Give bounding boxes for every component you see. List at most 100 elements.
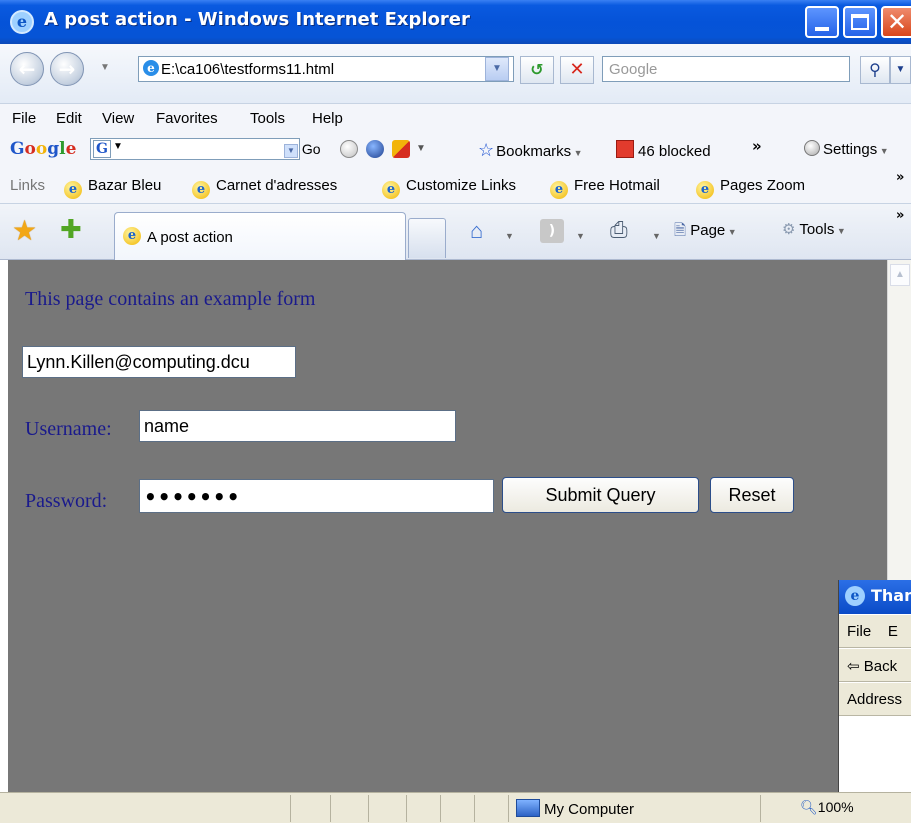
ie-link-icon: e: [550, 181, 568, 199]
google-go-label: Go: [301, 141, 321, 157]
settings-label: Settings: [823, 141, 878, 158]
home-dropdown-icon[interactable]: ▼: [505, 226, 514, 242]
popup-back-button[interactable]: ⇦ Back: [839, 648, 911, 682]
bookmark-star-icon: ☆: [478, 140, 495, 160]
link-pages-zoom[interactable]: e Pages Zoom: [696, 177, 805, 199]
computer-zone-icon: [516, 799, 540, 817]
link-label: Bazar Bleu: [88, 177, 162, 194]
settings-button[interactable]: Settings ▼: [804, 140, 889, 158]
popup-blocker[interactable]: 46 blocked: [616, 140, 711, 160]
link-bazar-bleu[interactable]: e Bazar Bleu: [64, 177, 161, 199]
tools-gear-icon: ⚙: [782, 221, 800, 238]
refresh-button[interactable]: ↺: [520, 56, 554, 84]
zoom-icon: 🔍︎: [800, 799, 818, 815]
status-divider: [290, 795, 291, 822]
status-divider: [330, 795, 331, 822]
print-dropdown-icon[interactable]: ▼: [652, 226, 661, 242]
tools-label: Tools: [799, 221, 835, 238]
submit-query-button[interactable]: Submit Query: [502, 477, 699, 513]
link-label: Pages Zoom: [720, 177, 806, 194]
link-carnet-adresses[interactable]: e Carnet d'adresses: [192, 177, 337, 199]
pagerank-icon[interactable]: [340, 140, 358, 158]
google-options-icon[interactable]: ▼: [113, 141, 123, 152]
bookmarks-button[interactable]: ☆ Bookmarks ▼: [478, 140, 583, 161]
scroll-up-icon[interactable]: ▲: [890, 264, 910, 286]
link-customize-links[interactable]: e Customize Links: [382, 177, 516, 199]
forward-button[interactable]: →: [50, 52, 84, 86]
tab-page-icon: e: [123, 227, 141, 245]
email-field[interactable]: Lynn.Killen@computing.dcu: [22, 346, 296, 378]
feeds-icon[interactable]: ): [540, 219, 564, 243]
tab-a-post-action[interactable]: e A post action: [114, 212, 406, 260]
username-field[interactable]: name: [139, 410, 456, 442]
google-logo: Google: [10, 139, 77, 159]
popup-address-label: Address: [839, 682, 911, 716]
zoom-level[interactable]: 🔍︎100%: [800, 799, 854, 816]
link-label: Carnet d'adresses: [216, 177, 338, 194]
new-tab-button[interactable]: [408, 218, 446, 258]
status-divider: [508, 795, 509, 822]
minimize-button[interactable]: [805, 6, 839, 38]
search-box[interactable]: Google: [602, 56, 850, 82]
settings-icon: [804, 140, 820, 156]
menu-view[interactable]: View: [102, 110, 134, 127]
print-icon[interactable]: ⎙: [610, 217, 628, 243]
popup-title: Than: [871, 586, 911, 605]
toolbar-overflow-button[interactable]: »: [752, 137, 762, 155]
command-overflow-button[interactable]: »: [896, 208, 904, 223]
username-label: Username:: [25, 418, 112, 440]
search-icon[interactable]: ⚲: [860, 56, 890, 84]
navigation-bar: ← → ▼ e E:\ca106\testforms11.html ▼ ↺ ✕ …: [0, 44, 911, 104]
status-divider: [440, 795, 441, 822]
link-label: Customize Links: [406, 177, 517, 194]
menu-tools[interactable]: Tools: [250, 110, 285, 127]
stop-button[interactable]: ✕: [560, 56, 594, 84]
status-bar: My Computer 🔍︎100%: [0, 792, 911, 823]
recent-pages-dropdown-icon[interactable]: ▼: [100, 62, 110, 73]
links-label: Links: [10, 177, 46, 194]
favorites-center-icon[interactable]: ★: [12, 214, 37, 247]
tools-menu-button[interactable]: ⚙ Tools ▼: [782, 220, 846, 238]
link-free-hotmail[interactable]: e Free Hotmail: [550, 177, 660, 199]
links-overflow-button[interactable]: »: [896, 170, 904, 185]
address-dropdown-icon[interactable]: ▼: [485, 57, 509, 81]
page-icon: 🗎: [674, 222, 691, 239]
home-icon[interactable]: ⌂: [470, 218, 483, 244]
zoom-label: 100%: [817, 799, 854, 815]
google-search-field[interactable]: G ▼: [90, 138, 300, 160]
address-bar[interactable]: e E:\ca106\testforms11.html ▼: [138, 56, 514, 82]
popup-menu-bar: File E: [839, 614, 911, 648]
feeds-dropdown-icon[interactable]: ▼: [576, 226, 585, 242]
menu-help[interactable]: Help: [312, 110, 343, 127]
menu-favorites[interactable]: Favorites: [156, 110, 218, 127]
popup-menu-edit[interactable]: E: [888, 623, 898, 640]
popup-ie-icon: e: [845, 586, 865, 606]
search-input[interactable]: Google: [609, 61, 657, 78]
popup-blocker-icon: [616, 140, 634, 158]
menu-edit[interactable]: Edit: [56, 110, 82, 127]
add-favorites-icon[interactable]: ✚: [60, 214, 82, 245]
popup-window: Than e File E ⇦ Back Address: [838, 580, 911, 823]
autofill-dropdown-icon[interactable]: ▼: [416, 143, 426, 154]
news-icon[interactable]: [366, 140, 384, 158]
security-zone[interactable]: My Computer: [516, 799, 634, 818]
address-input[interactable]: E:\ca106\testforms11.html: [161, 61, 334, 78]
page-menu-button[interactable]: 🗎 Page ▼: [674, 220, 737, 245]
reset-button[interactable]: Reset: [710, 477, 794, 513]
title-bar: e A post action - Windows Internet Explo…: [0, 0, 911, 44]
menu-file[interactable]: File: [12, 110, 36, 127]
minimize-icon: [815, 27, 829, 31]
page-content: This page contains an example form Lynn.…: [8, 260, 887, 792]
popup-menu-file[interactable]: File: [847, 623, 871, 640]
maximize-button[interactable]: [843, 6, 877, 38]
autofill-icon[interactable]: [392, 140, 410, 158]
maximize-icon: [851, 14, 869, 30]
close-button[interactable]: ✕: [881, 6, 911, 38]
status-divider: [406, 795, 407, 822]
back-button[interactable]: ←: [10, 52, 44, 86]
google-go-button[interactable]: ▼ Go: [284, 141, 321, 158]
password-field[interactable]: •••••••: [139, 479, 494, 513]
google-toolbar: Google G ▼ ▼ Go ▼ ☆ Bookmarks ▼ 46 blocke…: [0, 134, 911, 168]
search-options-icon[interactable]: ▼: [890, 56, 911, 84]
page-icon: e: [143, 60, 159, 76]
